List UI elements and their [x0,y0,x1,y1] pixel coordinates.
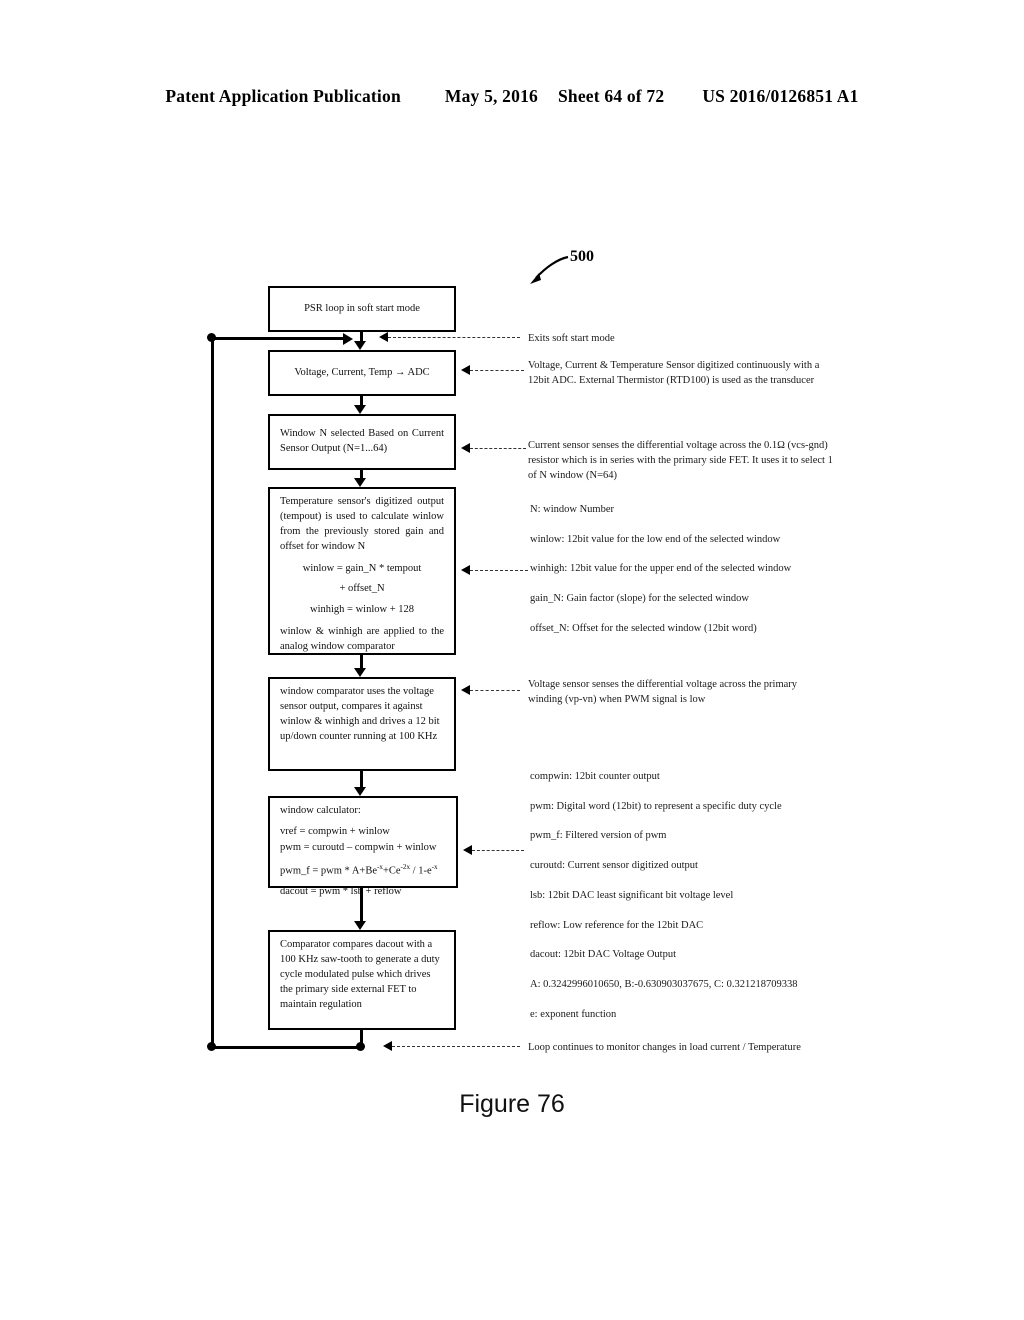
definition-list-calculator-terms: compwin: 12bit counter output pwm: Digit… [530,769,950,1036]
definition-list-window-terms: N: window Number winlow: 12bit value for… [530,502,930,651]
annotation-adc-note: Voltage, Current & Temperature Sensor di… [528,360,820,387]
leader-arrow-window-definitions [461,565,470,575]
feedback-loop-left-riser [211,338,214,1048]
definition-pwm: pwm: Digital word (12bit) to represent a… [530,800,782,812]
temp-calc-tail: winlow & winhigh are applied to the anal… [280,626,444,653]
page-header: Patent Application Publication May 5, 201… [0,86,1024,107]
temp-calc-equation-winhigh: winhigh = winlow + 128 [309,604,414,616]
leader-voltage-sensor-note [470,690,520,691]
flow-box-adc: Voltage, Current, Temp → ADC [268,350,456,396]
leader-calculator-definitions [472,850,524,851]
patent-number: US 2016/0126851 A1 [702,86,859,106]
leader-arrow-voltage-sensor-note [461,685,470,695]
window-calculator-equation-vref: vref = compwin + winlow [280,825,390,837]
arrow-feedback-into-adc [343,333,353,345]
flow-box-psr-loop: PSR loop in soft start mode [268,286,456,332]
arrow-calculator-to-final [354,921,366,930]
window-calculator-title: window calculator: [280,805,361,816]
window-calculator-equation-dacout: dacout = pwm * lsb + reflow [280,886,402,898]
temp-calc-equation-winlow: winlow = gain_N * tempout [302,562,422,574]
definition-lsb: lsb: 12bit DAC least significant bit vol… [530,889,734,901]
window-calculator-equation-pwm: pwm = curoutd – compwin + winlow [280,841,437,853]
junction-dot-bottom-left [207,1042,216,1051]
connector-calculator-to-final [360,888,363,921]
arrow-psr-to-adc [354,341,366,350]
flow-box-window-calculator: window calculator: vref = compwin + winl… [268,796,458,897]
flow-box-final-comparator: Comparator compares dacout with a 100 KH… [268,930,456,1030]
leader-loop-note [392,1046,520,1047]
flow-box-window-select: Window N selected Based on Current Senso… [268,414,456,470]
window-calculator-equation-pwmf: pwm_f = pwm * A+Be-x+Ce-2x / 1-e-x [280,862,438,877]
definition-curoutd: curoutd: Current sensor digitized output [530,860,698,872]
publication-title: Patent Application Publication [165,86,401,106]
annotation-current-sensor-note: Current sensor senses the differential v… [528,440,833,482]
arrow-window-to-temp [354,478,366,487]
leader-arrow-current-sensor-note [461,443,470,453]
arrow-comparator-to-calculator [354,787,366,796]
connector-comparator-to-calculator [360,771,363,787]
feedback-loop-into-adc [211,337,343,340]
leader-exits-soft-start [388,337,520,338]
leader-adc-note [470,370,524,371]
definition-dacout: dacout: 12bit DAC Voltage Output [530,949,677,961]
definition-offset-n: offset_N: Offset for the selected window… [530,622,757,634]
leader-current-sensor-note [470,448,526,449]
publication-date: May 5, 2016 [444,86,538,106]
flow-box-adc-label: Voltage, Current, Temp → ADC [294,366,430,378]
reference-leader-arrow [530,255,569,284]
leader-window-definitions [470,570,528,571]
definition-e: e: exponent function [530,1008,617,1020]
arrow-temp-to-comparator [354,668,366,677]
annotation-exits-soft-start: Exits soft start mode [528,333,615,344]
leader-arrow-adc-note [461,365,470,375]
leader-arrow-calculator-definitions [463,845,472,855]
temp-calc-equation-offset: + offset_N [339,582,385,594]
reference-numeral-500: 500 [570,248,594,265]
temp-calc-paragraph: Temperature sensor's digitized output (t… [280,496,444,552]
final-comparator-paragraph: Comparator compares dacout with a 100 KH… [280,939,440,1010]
flow-box-psr-loop-label: PSR loop in soft start mode [304,302,420,314]
leader-arrow-loop-note [383,1041,392,1051]
annotation-loop-note: Loop continues to monitor changes in loa… [528,1042,801,1053]
leader-arrow-exits-soft-start [379,332,388,342]
flow-box-window-comparator: window comparator uses the voltage senso… [268,677,456,771]
window-comparator-paragraph: window comparator uses the voltage senso… [280,686,440,742]
junction-dot-bottom-center [356,1042,365,1051]
feedback-loop-bottom-segment [211,1046,363,1049]
connector-temp-to-comparator [360,655,363,668]
sheet-number: Sheet 64 of 72 [557,86,665,106]
definition-n: N: window Number [530,504,614,515]
definition-reflow: reflow: Low reference for the 12bit DAC [530,919,704,931]
definition-gain-n: gain_N: Gain factor (slope) for the sele… [530,593,749,605]
connector-adc-to-window [360,396,363,405]
annotation-voltage-sensor-note: Voltage sensor senses the differential v… [528,679,798,706]
definition-pwm-f: pwm_f: Filtered version of pwm [530,830,667,842]
definition-compwin: compwin: 12bit counter output [530,771,660,782]
arrow-adc-to-window [354,405,366,414]
definition-winhigh: winhigh: 12bit value for the upper end o… [530,563,792,575]
definition-constants: A: 0.3242996010650, B:-0.630903037675, C… [530,979,798,991]
flow-box-window-select-label: Window N selected Based on Current Senso… [280,428,444,454]
junction-dot-top-left [207,333,216,342]
connector-window-to-temp [360,470,363,478]
definition-winlow: winlow: 12bit value for the low end of t… [530,533,781,545]
figure-caption: Figure 76 [459,1090,565,1118]
flow-box-temp-calc: Temperature sensor's digitized output (t… [268,487,456,655]
